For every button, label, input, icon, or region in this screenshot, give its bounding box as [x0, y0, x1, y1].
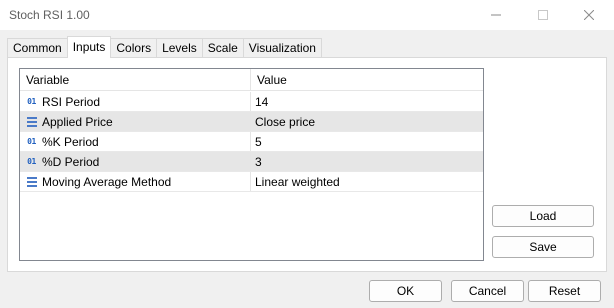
value-cell[interactable]: 3 [250, 152, 483, 171]
table-header-row: Variable Value [20, 69, 483, 91]
value-cell[interactable]: 5 [250, 132, 483, 151]
enum-list-icon [24, 116, 39, 128]
inputs-panel: Variable Value 01 RSI Period 14 Applied … [7, 57, 607, 272]
table-row[interactable]: 01 %D Period 3 [20, 152, 483, 172]
reset-button[interactable]: Reset [528, 280, 601, 302]
integer-icon: 01 [27, 157, 36, 166]
load-button[interactable]: Load [492, 205, 594, 227]
value-cell[interactable]: 14 [250, 92, 483, 111]
integer-icon: 01 [27, 97, 36, 106]
column-header-variable[interactable]: Variable [20, 69, 250, 90]
table-row[interactable]: 01 %K Period 5 [20, 132, 483, 152]
tab-visualization[interactable]: Visualization [242, 38, 322, 58]
minimize-icon [491, 14, 501, 16]
table-row[interactable]: 01 RSI Period 14 [20, 92, 483, 112]
inputs-table: Variable Value 01 RSI Period 14 Applied … [19, 68, 484, 261]
title-bar: Stoch RSI 1.00 [0, 0, 614, 30]
enum-list-icon [24, 176, 39, 188]
tab-inputs[interactable]: Inputs [66, 36, 112, 58]
integer-icon: 01 [27, 137, 36, 146]
close-icon [584, 10, 594, 20]
column-header-value[interactable]: Value [250, 69, 483, 90]
variable-name: Applied Price [42, 114, 113, 129]
variable-name: RSI Period [42, 94, 101, 109]
window-title: Stoch RSI 1.00 [9, 8, 90, 22]
tab-colors[interactable]: Colors [110, 38, 158, 58]
value-cell[interactable]: Close price [250, 112, 483, 131]
tab-scale[interactable]: Scale [201, 38, 244, 58]
variable-cell: 01 RSI Period [20, 92, 250, 111]
tab-strip: Common Inputs Colors Levels Scale Visual… [7, 36, 322, 58]
variable-cell: Applied Price [20, 112, 250, 131]
ok-button[interactable]: OK [369, 280, 442, 302]
variable-name: Moving Average Method [42, 174, 172, 189]
table-row[interactable]: Applied Price Close price [20, 112, 483, 132]
save-button[interactable]: Save [492, 236, 594, 258]
table-row[interactable]: Moving Average Method Linear weighted [20, 172, 483, 192]
maximize-icon [538, 10, 548, 20]
variable-name: %D Period [42, 154, 100, 169]
variable-cell: 01 %D Period [20, 152, 250, 171]
close-button[interactable] [566, 0, 612, 30]
tab-levels[interactable]: Levels [156, 38, 203, 58]
variable-cell: 01 %K Period [20, 132, 250, 151]
cancel-button[interactable]: Cancel [451, 280, 524, 302]
minimize-button[interactable] [473, 0, 519, 30]
variable-cell: Moving Average Method [20, 172, 250, 191]
tab-common[interactable]: Common [7, 38, 68, 58]
value-cell[interactable]: Linear weighted [250, 172, 483, 191]
maximize-button[interactable] [520, 0, 566, 30]
variable-name: %K Period [42, 134, 99, 149]
